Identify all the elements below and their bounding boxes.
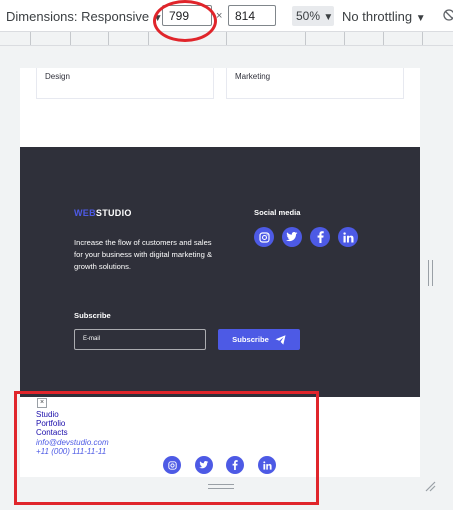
highlight-circle xyxy=(153,0,217,42)
linkedin-icon[interactable] xyxy=(338,227,358,247)
service-card-design[interactable]: Design xyxy=(36,68,214,99)
ruler-tick xyxy=(422,32,423,45)
ruler-tick xyxy=(30,32,31,45)
throttling-label: No throttling xyxy=(342,9,413,24)
chevron-down-icon: ▼ xyxy=(323,12,334,23)
facebook-icon[interactable] xyxy=(310,227,330,247)
instagram-icon[interactable] xyxy=(254,227,274,247)
right-resize-handle[interactable] xyxy=(428,260,433,286)
throttling-dropdown[interactable]: No throttling ▼ xyxy=(342,9,426,24)
ruler-tick xyxy=(108,32,109,45)
card-label: Marketing xyxy=(235,72,271,81)
zoom-dropdown[interactable]: 50% ▼ xyxy=(292,6,334,26)
zoom-label: 50% xyxy=(296,9,321,23)
ruler-tick xyxy=(344,32,345,45)
highlight-rectangle xyxy=(14,391,319,505)
footer-description: Increase the flow of customers and sales… xyxy=(74,238,213,271)
ruler-tick xyxy=(70,32,71,45)
card-label: Design xyxy=(45,72,70,81)
media-query-ruler[interactable] xyxy=(0,32,453,46)
footer-logo[interactable]: WEBSTUDIO xyxy=(74,208,132,218)
rotate-icon[interactable] xyxy=(442,8,453,22)
height-input[interactable] xyxy=(228,5,276,26)
subscribe-button-label: Subscribe xyxy=(232,335,269,344)
subscribe-button[interactable]: Subscribe xyxy=(218,329,300,350)
service-card-marketing[interactable]: Marketing xyxy=(226,68,404,99)
subscribe-title: Subscribe xyxy=(74,311,111,320)
ruler-tick xyxy=(383,32,384,45)
logo-accent-text: WEB xyxy=(74,208,96,218)
corner-resize-icon[interactable] xyxy=(424,480,436,492)
ruler-tick xyxy=(148,32,149,45)
dimensions-label: Dimensions: Responsive xyxy=(6,9,150,24)
ruler-tick xyxy=(305,32,306,45)
email-placeholder: E-mail xyxy=(83,336,101,342)
social-media-title: Social media xyxy=(254,208,301,217)
send-icon xyxy=(275,334,286,345)
logo-main-text: STUDIO xyxy=(95,208,132,218)
dimensions-dropdown[interactable]: Dimensions: Responsive ▼ xyxy=(6,9,163,24)
twitter-icon[interactable] xyxy=(282,227,302,247)
ruler-tick xyxy=(226,32,227,45)
chevron-down-icon: ▼ xyxy=(415,13,426,24)
